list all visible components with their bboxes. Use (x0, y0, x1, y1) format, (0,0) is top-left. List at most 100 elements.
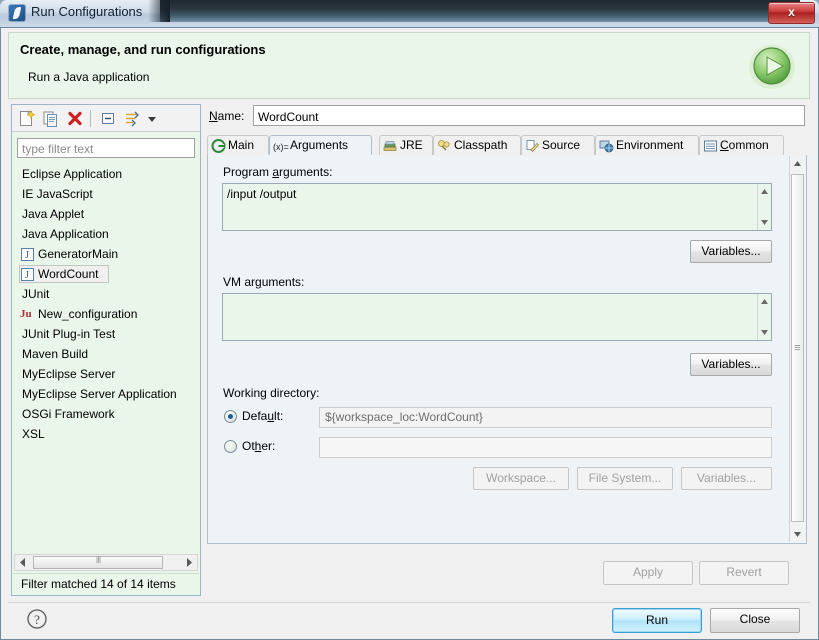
scroll-right-arrow-icon[interactable] (181, 555, 197, 570)
tab-classpath[interactable]: Classpath (433, 135, 521, 155)
file-system-button[interactable]: File System... (577, 467, 673, 490)
source-tab-icon (525, 139, 540, 153)
working-directory-other-input[interactable] (319, 437, 772, 458)
revert-button[interactable]: Revert (699, 561, 789, 585)
tab-label: Main (228, 138, 255, 152)
new-configuration-icon[interactable] (17, 109, 37, 128)
tab-environment[interactable]: Environment (595, 135, 699, 155)
scroll-up-arrow-icon[interactable] (790, 156, 805, 172)
program-arguments-scrollbar[interactable] (757, 184, 771, 230)
vm-arguments-variables-button[interactable]: Variables... (690, 353, 772, 376)
svg-text:(x)=: (x)= (273, 142, 289, 152)
working-directory-other-radio[interactable] (224, 440, 237, 453)
toolbar-separator (90, 110, 91, 127)
tab-jre[interactable]: JRE (379, 135, 433, 155)
working-directory-default-radio[interactable] (224, 410, 237, 423)
scroll-up-arrow-icon[interactable] (758, 185, 771, 198)
dialog-footer: ? Run Close (8, 602, 810, 635)
page-title: Create, manage, and run configurations (20, 42, 266, 57)
arguments-tab-icon: (x)= (273, 139, 289, 153)
tree-item-wordcount[interactable]: WordCount (14, 264, 196, 286)
title-bar: Run Configurations x (0, 0, 819, 27)
scroll-up-arrow-icon[interactable] (758, 295, 771, 308)
title-bar-overlay (160, 0, 800, 22)
tree-item-generatormain[interactable]: GeneratorMain (14, 244, 196, 266)
tab-label: Source (542, 138, 581, 152)
eclipse-run-icon (8, 4, 26, 22)
view-menu-chevron-down-icon[interactable] (145, 109, 159, 128)
dialog-body: Create, manage, and run configurations R… (0, 27, 819, 640)
window-title: Run Configurations (31, 4, 143, 19)
tab-common[interactable]: Common (699, 135, 784, 155)
tree-item-label: JUnit (22, 287, 50, 301)
tree-item-xsl[interactable]: XSL (14, 424, 196, 444)
working-directory-label: Working directory: (223, 386, 320, 400)
scrollbar-thumb[interactable] (33, 556, 163, 569)
tree-item-label: WordCount (38, 267, 99, 281)
working-directory-other-label[interactable]: Other: (242, 439, 275, 453)
run-button[interactable]: Run (612, 608, 702, 633)
tab-label: Arguments (290, 138, 349, 152)
working-directory-default-label[interactable]: Default: (242, 409, 283, 423)
tree-item-junit-plugin-test[interactable]: JUnit Plug-in Test (14, 324, 196, 344)
name-row: Name: (207, 104, 807, 130)
name-input[interactable] (253, 105, 805, 126)
help-question-icon[interactable]: ? (26, 608, 48, 630)
configurations-tree[interactable]: Eclipse Application IE JavaScript Java A… (14, 164, 196, 554)
program-arguments-label: Program arguments: (223, 165, 333, 179)
tree-item-osgi-framework[interactable]: OSGi Framework (14, 404, 196, 424)
workspace-button[interactable]: Workspace... (473, 467, 569, 490)
tree-item-myeclipse-server-application[interactable]: MyEclipse Server Application (14, 384, 196, 404)
page-subtitle: Run a Java application (28, 70, 150, 84)
window-close-button[interactable]: x (768, 2, 815, 24)
tree-item-label: Java Applet (22, 207, 85, 221)
scroll-down-arrow-icon[interactable] (758, 216, 771, 229)
scrollbar-thumb[interactable] (791, 174, 804, 522)
tree-item-label: IE JavaScript (22, 187, 93, 201)
tab-main[interactable]: Main (207, 135, 269, 155)
tab-label: Environment (616, 138, 684, 152)
scroll-down-arrow-icon[interactable] (790, 526, 805, 542)
tab-source[interactable]: Source (521, 135, 595, 155)
junit-launch-icon: Ju (20, 308, 32, 320)
environment-tab-icon (599, 139, 614, 153)
classpath-tab-icon (437, 139, 452, 153)
filter-status-text: Filter matched 14 of 14 items (13, 573, 199, 594)
working-directory-variables-button[interactable]: Variables... (681, 467, 772, 490)
java-launch-icon (21, 266, 34, 286)
filter-launch-configurations-icon[interactable] (122, 109, 142, 128)
collapse-all-icon[interactable] (98, 109, 118, 128)
tree-toolbar (12, 105, 200, 132)
tab-arguments[interactable]: (x)= Arguments (269, 135, 372, 155)
tree-item-label: JUnit Plug-in Test (22, 327, 116, 341)
scroll-left-arrow-icon[interactable] (15, 555, 31, 570)
working-directory-default-value: ${workspace_loc:WordCount} (319, 407, 772, 428)
vm-arguments-scrollbar[interactable] (757, 294, 771, 340)
program-arguments-variables-button[interactable]: Variables... (690, 240, 772, 263)
tree-item-java-application[interactable]: Java Application (14, 224, 196, 244)
tree-item-myeclipse-server[interactable]: MyEclipse Server (14, 364, 196, 384)
tree-item-java-applet[interactable]: Java Applet (14, 204, 196, 224)
delete-configuration-icon[interactable] (65, 109, 85, 128)
tab-label: JRE (400, 138, 423, 152)
filter-input[interactable] (17, 138, 195, 158)
scroll-down-arrow-icon[interactable] (758, 326, 771, 339)
tree-item-eclipse-application[interactable]: Eclipse Application (14, 164, 196, 184)
content-vertical-scrollbar[interactable] (789, 156, 805, 542)
configuration-editor-panel: Name: Main (207, 104, 807, 544)
tree-horizontal-scrollbar[interactable] (14, 554, 198, 571)
arguments-tab-content: Program arguments: /input /output Variab… (207, 155, 807, 544)
apply-button[interactable]: Apply (603, 561, 693, 585)
tree-item-label: Maven Build (22, 347, 89, 361)
tree-item-maven-build[interactable]: Maven Build (14, 344, 196, 364)
tree-item-ie-javascript[interactable]: IE JavaScript (14, 184, 196, 204)
vm-arguments-textarea[interactable] (222, 293, 772, 341)
program-arguments-textarea[interactable]: /input /output (222, 183, 772, 231)
tree-item-label: Java Application (22, 227, 109, 241)
duplicate-configuration-icon[interactable] (41, 109, 61, 128)
tree-item-junit[interactable]: JUnit (14, 284, 196, 304)
tree-item-new-configuration[interactable]: Ju New_configuration (14, 304, 196, 324)
svg-text:?: ? (34, 612, 40, 627)
dialog-header: Create, manage, and run configurations R… (8, 32, 810, 99)
close-button[interactable]: Close (710, 608, 800, 633)
